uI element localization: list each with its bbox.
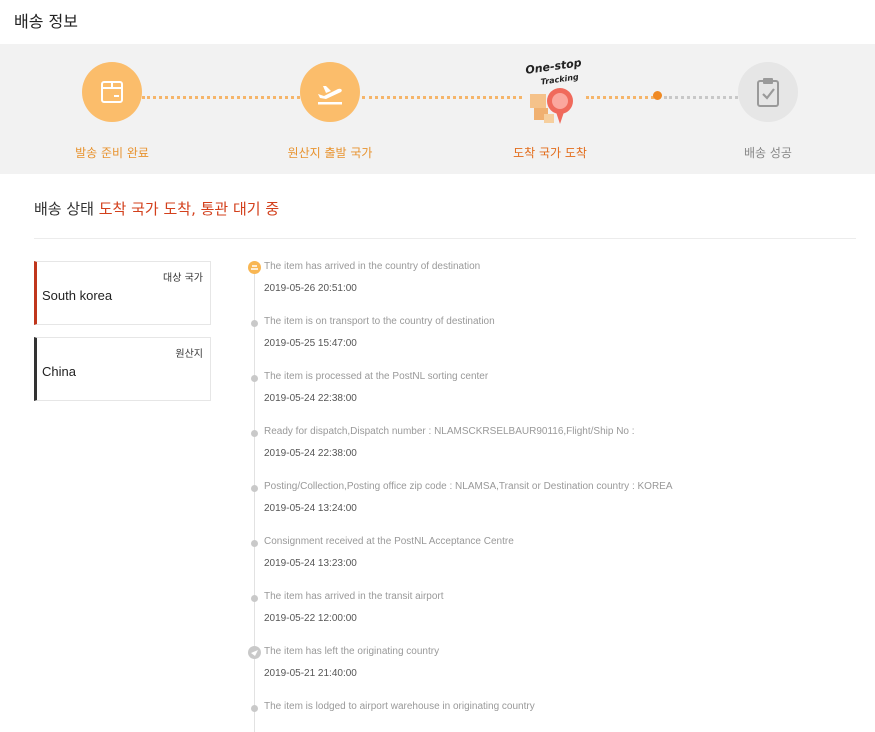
timeline-item: Consignment received at the PostNL Accep… [246, 536, 866, 591]
timeline-time: 2019-05-24 22:38:00 [264, 448, 357, 459]
timeline-dot [251, 485, 258, 492]
timeline-desc: The item is processed at the PostNL sort… [264, 371, 489, 382]
step-1-label: 발송 준비 완료 [75, 146, 149, 160]
timeline-time: 2019-05-22 12:00:00 [264, 613, 357, 624]
timeline-desc: Posting/Collection,Posting office zip co… [264, 481, 673, 492]
timeline-time: 2019-05-24 13:23:00 [264, 558, 357, 569]
timeline-desc: Consignment received at the PostNL Accep… [264, 536, 514, 547]
clipboard-check-icon [757, 78, 779, 107]
progress-marker [653, 91, 662, 100]
timeline-dot [251, 375, 258, 382]
timeline-desc: The item has arrived in the transit airp… [264, 591, 444, 602]
timeline-time: 2019-05-24 22:38:00 [264, 393, 357, 404]
timeline-time: 2019-05-24 13:24:00 [264, 503, 357, 514]
timeline-item: The item is lodged to airport warehouse … [246, 701, 866, 717]
one-stop-tracking-icon: One-stop Tracking [520, 56, 590, 136]
timeline-desc: Ready for dispatch,Dispatch number : NLA… [264, 426, 635, 437]
step-3-label: 도착 국가 도착 [513, 146, 587, 160]
progress-connector [586, 96, 654, 99]
plane-departure-icon [248, 646, 261, 659]
plane-takeoff-icon [318, 86, 342, 105]
timeline-dot [251, 705, 258, 712]
step-4-label: 배송 성공 [744, 146, 792, 160]
timeline-time: 2019-05-21 21:40:00 [264, 668, 357, 679]
page-title: 배송 정보 [14, 12, 78, 31]
timeline-desc: The item is lodged to airport warehouse … [264, 701, 535, 712]
timeline-dot [251, 430, 258, 437]
progress-connector [362, 96, 522, 99]
timeline-dot [251, 595, 258, 602]
shipping-status: 배송 상태 도착 국가 도착, 통관 대기 중 [34, 198, 279, 219]
destination-value: South korea [42, 288, 113, 303]
timeline-item: The item has arrived in the country of d… [246, 261, 866, 316]
step-4-circle [738, 62, 798, 122]
timeline-desc: The item has arrived in the country of d… [264, 261, 481, 272]
status-highlight: 도착 국가 도착, 통관 대기 중 [98, 200, 280, 218]
package-icon [101, 81, 123, 103]
timeline-desc: The item is on transport to the country … [264, 316, 495, 327]
timeline-item: The item has left the originating countr… [246, 646, 866, 701]
origin-value: China [42, 364, 76, 379]
progress-connector [664, 96, 738, 99]
origin-country-card: 원산지 China [34, 337, 211, 401]
arrival-icon [248, 261, 261, 274]
step-2-label: 원산지 출발 국가 [287, 146, 373, 160]
status-prefix: 배송 상태 [34, 200, 94, 218]
destination-label: 대상 국가 [163, 273, 203, 284]
timeline-dot [251, 540, 258, 547]
origin-label: 원산지 [175, 349, 203, 360]
timeline-item: Ready for dispatch,Dispatch number : NLA… [246, 426, 866, 481]
timeline-item: Posting/Collection,Posting office zip co… [246, 481, 866, 536]
step-2-circle [300, 62, 360, 122]
timeline-desc: The item has left the originating countr… [264, 646, 440, 657]
timeline-dot [251, 320, 258, 327]
destination-country-card: 대상 국가 South korea [34, 261, 211, 325]
progress-connector [142, 96, 300, 99]
timeline-item: The item is processed at the PostNL sort… [246, 371, 866, 426]
divider [34, 238, 856, 239]
timeline-time: 2019-05-26 20:51:00 [264, 283, 357, 294]
badge-line-2: Tracking [540, 72, 579, 86]
timeline-item: The item has arrived in the transit airp… [246, 591, 866, 646]
step-1-circle [82, 62, 142, 122]
timeline-item: The item is on transport to the country … [246, 316, 866, 371]
timeline-time: 2019-05-25 15:47:00 [264, 338, 357, 349]
shipping-progress-tracker: 발송 준비 완료 원산지 출발 국가 One-stop Tracking 도착 … [0, 44, 875, 174]
